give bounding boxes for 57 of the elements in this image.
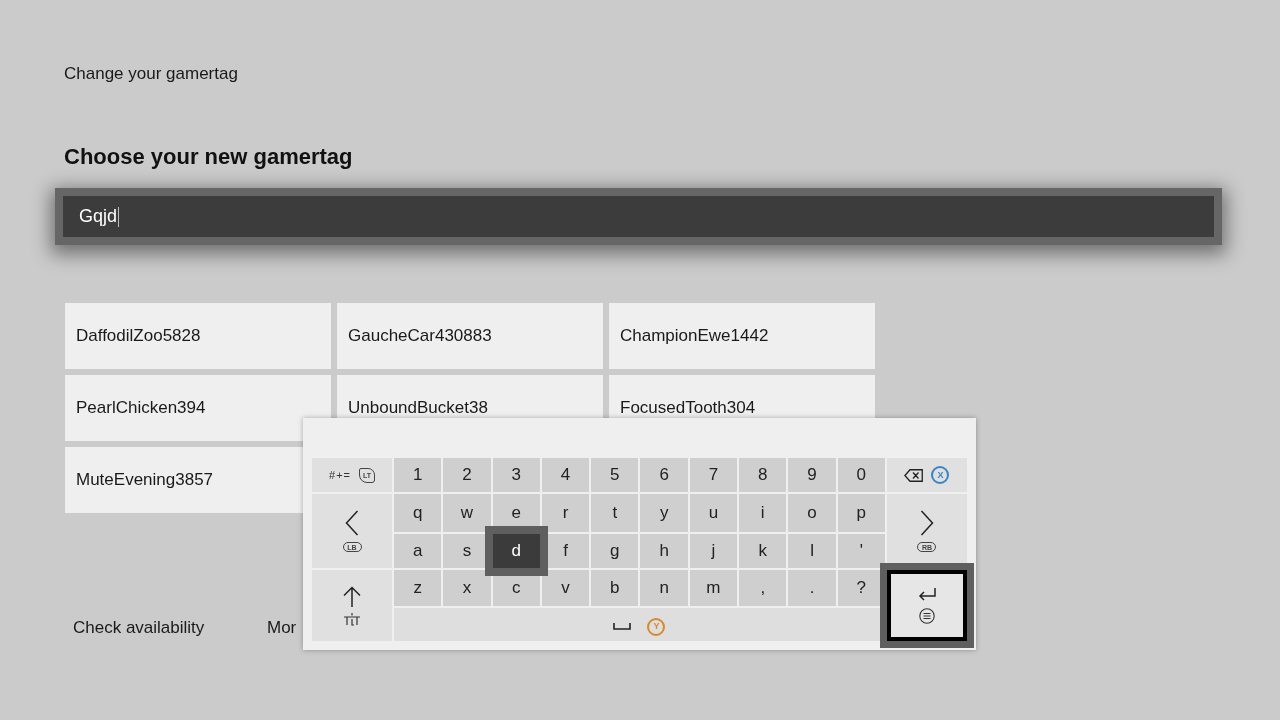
keyboard-key[interactable]: z <box>394 570 442 606</box>
enter-icon <box>918 587 936 602</box>
chevron-left-icon <box>345 510 359 536</box>
keyboard-key[interactable]: 4 <box>541 458 590 492</box>
keyboard-key[interactable]: 6 <box>640 458 688 492</box>
controller-hint: X <box>931 466 950 484</box>
page-title: Change your gamertag <box>64 64 238 84</box>
keyboard-key[interactable]: ' <box>837 534 885 568</box>
keyboard-key[interactable]: . <box>788 570 836 606</box>
keyboard-key[interactable]: g <box>591 534 639 568</box>
keyboard-key[interactable]: k <box>739 534 787 568</box>
keyboard-key[interactable]: h <box>640 534 688 568</box>
space-icon <box>613 623 632 630</box>
keyboard-key[interactable]: i <box>739 494 787 532</box>
keyboard-key[interactable]: 5 <box>591 458 639 492</box>
section-heading: Choose your new gamertag <box>64 143 353 171</box>
keyboard-key[interactable]: 9 <box>788 458 836 492</box>
gamertag-suggestion[interactable]: FocusedTooth304 <box>609 375 875 418</box>
text-cursor-icon <box>118 206 120 227</box>
keyboard-key[interactable]: y <box>640 494 688 532</box>
keyboard-key[interactable]: t <box>591 494 639 532</box>
keyboard-key[interactable]: l <box>788 534 836 568</box>
keyboard-key[interactable]: 3 <box>492 458 540 492</box>
menu-icon <box>919 607 935 624</box>
arrow-up-icon <box>343 585 361 607</box>
keyboard-key[interactable]: m <box>689 570 738 606</box>
gamertag-field[interactable]: Gqjd <box>55 188 1222 245</box>
chevron-right-icon <box>920 510 934 536</box>
keyboard-key[interactable]: b <box>591 570 639 606</box>
keyboard-key[interactable]: p <box>837 494 885 532</box>
gamertag-suggestion[interactable]: MuteEvening3857 <box>65 447 303 513</box>
keyboard-key[interactable]: 7 <box>689 458 738 492</box>
keyboard-key[interactable]: u <box>689 494 738 532</box>
keyboard-key[interactable]: r <box>541 494 590 532</box>
keyboard-key[interactable]: j <box>689 534 738 568</box>
keyboard-key[interactable]: v <box>541 570 590 606</box>
keyboard-key[interactable]: w <box>443 494 491 532</box>
gamertag-suggestion[interactable]: ChampionEwe1442 <box>609 303 875 369</box>
backspace-icon <box>904 468 924 482</box>
action-button[interactable]: Check availability <box>64 604 249 652</box>
action-button[interactable]: Mor <box>258 604 303 652</box>
keyboard-key[interactable]: 2 <box>443 458 491 492</box>
controller-hint: Y <box>647 617 666 636</box>
gamertag-suggestion[interactable]: DaffodilZoo5828 <box>65 303 331 369</box>
gamertag-suggestion[interactable]: PearlChicken394 <box>65 375 331 441</box>
keyboard-key[interactable]: o <box>788 494 836 532</box>
gamertag-suggestion[interactable]: UnboundBucket38 <box>337 375 603 418</box>
keyboard-key[interactable]: 1 <box>394 458 442 492</box>
keyboard-key[interactable]: 8 <box>739 458 787 492</box>
stick-press-icon <box>343 612 361 626</box>
keyboard-key[interactable]: 0 <box>837 458 885 492</box>
keyboard-key[interactable]: q <box>394 494 442 532</box>
keyboard-key[interactable]: n <box>640 570 688 606</box>
keyboard-key[interactable]: a <box>394 534 442 568</box>
gamertag-suggestion[interactable]: GaucheCar430883 <box>337 303 603 369</box>
keyboard-key[interactable]: x <box>443 570 491 606</box>
keyboard-key[interactable]: , <box>739 570 787 606</box>
